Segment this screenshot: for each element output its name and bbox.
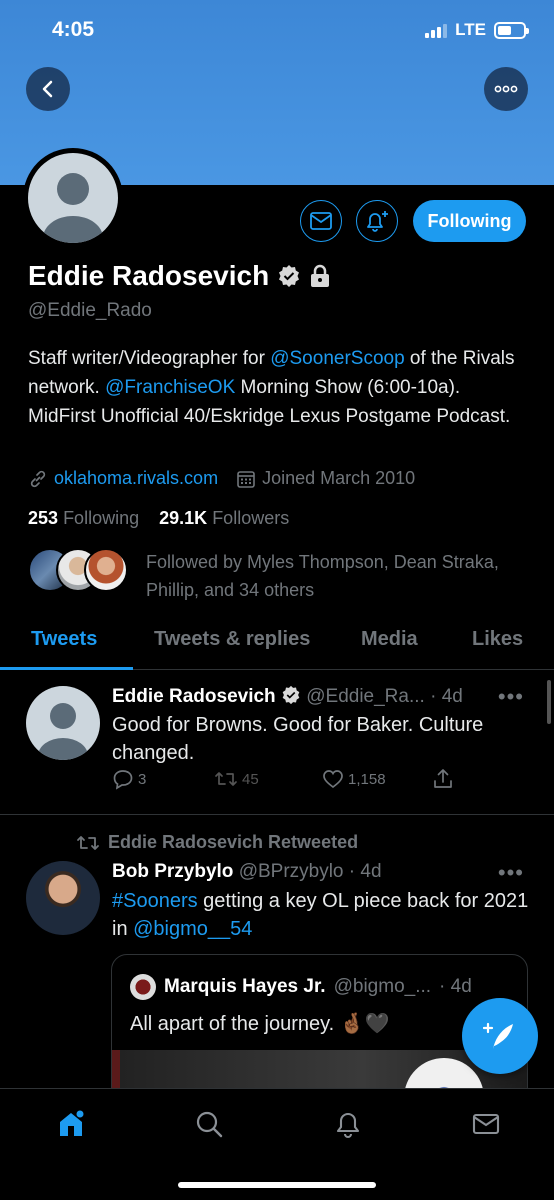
- status-indicators: LTE: [425, 20, 529, 40]
- tweet-author-name: Eddie Radosevich: [112, 686, 276, 707]
- verified-badge-icon: [282, 685, 300, 705]
- retweet-icon: [77, 835, 99, 850]
- tweet-author-name: Bob Przybylo: [112, 861, 234, 882]
- search-icon[interactable]: [194, 1109, 224, 1139]
- mention-link[interactable]: @bigmo__54: [133, 918, 252, 940]
- default-avatar-icon: [43, 173, 103, 243]
- followers-label: Followers: [212, 508, 290, 528]
- follower-avatars: [28, 548, 132, 592]
- profile-tabs: Tweets Tweets & replies Media Likes: [0, 620, 554, 670]
- quoted-author-avatar: [130, 974, 156, 1000]
- profile-bio: Staff writer/Videographer for @SoonerSco…: [28, 344, 533, 431]
- bio-mention-link[interactable]: @SoonerScoop: [270, 348, 404, 369]
- following-label: Following: [63, 508, 140, 528]
- following-button[interactable]: Following: [413, 200, 526, 242]
- quoted-tweet-time: · 4d: [439, 976, 472, 997]
- tab-likes[interactable]: Likes: [472, 628, 523, 651]
- followed-by-row[interactable]: Followed by Myles Thompson, Dean Straka,…: [28, 548, 499, 600]
- envelope-icon: [310, 212, 332, 230]
- tab-tweets[interactable]: Tweets: [31, 628, 97, 651]
- tweet-more-button[interactable]: •••: [498, 860, 524, 886]
- home-icon[interactable]: [56, 1109, 86, 1139]
- battery-icon: [494, 21, 529, 39]
- retweeted-by-label: Eddie Radosevich Retweeted: [108, 832, 359, 852]
- tweet-header: Bob Przybylo @BPrzybylo · 4d: [112, 861, 382, 883]
- retweet-button[interactable]: 45: [214, 769, 322, 789]
- reply-count: 3: [138, 770, 147, 788]
- tab-media[interactable]: Media: [361, 628, 418, 651]
- network-label: LTE: [455, 20, 486, 39]
- tweet-author-handle: @Eddie_Ra...: [306, 686, 425, 707]
- more-options-button[interactable]: [484, 67, 528, 111]
- notifications-icon[interactable]: [333, 1109, 363, 1139]
- tweet-header: Eddie Radosevich @Eddie_Ra... · 4d: [112, 685, 463, 708]
- following-count-link[interactable]: 253 Following: [28, 508, 139, 528]
- followed-by-text: Followed by Myles Thompson, Dean Straka,…: [146, 552, 499, 600]
- followers-count-link[interactable]: 29.1K Followers: [159, 508, 289, 528]
- like-button[interactable]: 1,158: [322, 769, 432, 789]
- status-time: 4:05: [52, 18, 95, 41]
- tweet-text: #Sooners getting a key OL piece back for…: [112, 887, 532, 943]
- profile-handle: @Eddie_Rado: [28, 300, 152, 321]
- reply-icon: [113, 770, 133, 790]
- quoted-tweet-header: Marquis Hayes Jr. @bigmo_... · 4d: [130, 974, 472, 1000]
- following-count: 253: [28, 508, 59, 528]
- default-avatar-icon: [38, 703, 88, 760]
- follower-avatar: [84, 548, 128, 592]
- home-indicator: [178, 1182, 376, 1188]
- more-dots-icon: [494, 85, 518, 93]
- retweet-icon: [215, 772, 237, 786]
- followers-count: 29.1K: [159, 508, 208, 528]
- reply-button[interactable]: 3: [112, 768, 214, 790]
- quoted-tweet-text: All apart of the journey. 🤞🏾🖤: [130, 1013, 390, 1035]
- signal-icon: [425, 23, 448, 38]
- compose-tweet-button[interactable]: [462, 998, 538, 1074]
- tweet-actions: 3 45 1,158: [112, 768, 472, 790]
- like-count: 1,158: [348, 770, 386, 788]
- notifications-button[interactable]: [356, 200, 398, 242]
- share-icon: [434, 769, 452, 788]
- tab-tweets-replies[interactable]: Tweets & replies: [154, 628, 310, 651]
- share-button[interactable]: [432, 768, 454, 790]
- tweet-avatar[interactable]: [26, 686, 100, 760]
- messages-icon[interactable]: [471, 1109, 501, 1139]
- tweet-time: · 4d: [348, 861, 382, 882]
- feather-plus-icon: [483, 1022, 513, 1049]
- tweet-time: · 4d: [430, 686, 463, 707]
- lock-icon: [311, 264, 330, 287]
- chevron-left-icon: [42, 80, 53, 98]
- joined-date: Joined March 2010: [262, 468, 416, 488]
- profile-name: Eddie Radosevich: [28, 260, 270, 291]
- heart-icon: [323, 770, 343, 789]
- website-link[interactable]: oklahoma.rivals.com: [54, 468, 218, 489]
- tweet[interactable]: Eddie Radosevich @Eddie_Ra... · 4d ••• G…: [0, 670, 554, 815]
- hashtag-link[interactable]: #Sooners: [112, 890, 198, 912]
- retweet-indicator: Eddie Radosevich Retweeted: [76, 832, 358, 853]
- profile-meta: oklahoma.rivals.com Joined March 2010: [28, 468, 415, 489]
- quoted-author-handle: @bigmo_...: [333, 976, 432, 997]
- calendar-icon: [237, 470, 255, 488]
- tweet-more-button[interactable]: •••: [498, 684, 524, 710]
- quoted-author-name: Marquis Hayes Jr.: [164, 976, 326, 997]
- profile-name-row: Eddie Radosevich: [28, 260, 331, 292]
- retweet-count: 45: [242, 770, 259, 788]
- verified-badge-icon: [279, 265, 300, 287]
- bio-mention-link[interactable]: @FranchiseOK: [105, 377, 235, 398]
- tweet-author-handle: @BPrzybylo: [238, 861, 344, 882]
- bell-plus-icon: [367, 211, 388, 232]
- follow-counts: 253 Following 29.1K Followers: [28, 508, 289, 529]
- message-button[interactable]: [300, 200, 342, 242]
- tweet-avatar[interactable]: [26, 861, 100, 935]
- profile-avatar[interactable]: [23, 148, 123, 248]
- link-icon: [30, 470, 46, 487]
- back-button[interactable]: [26, 67, 70, 111]
- tweet-text: Good for Browns. Good for Baker. Culture…: [112, 714, 484, 764]
- bio-text: Staff writer/Videographer for: [28, 348, 271, 369]
